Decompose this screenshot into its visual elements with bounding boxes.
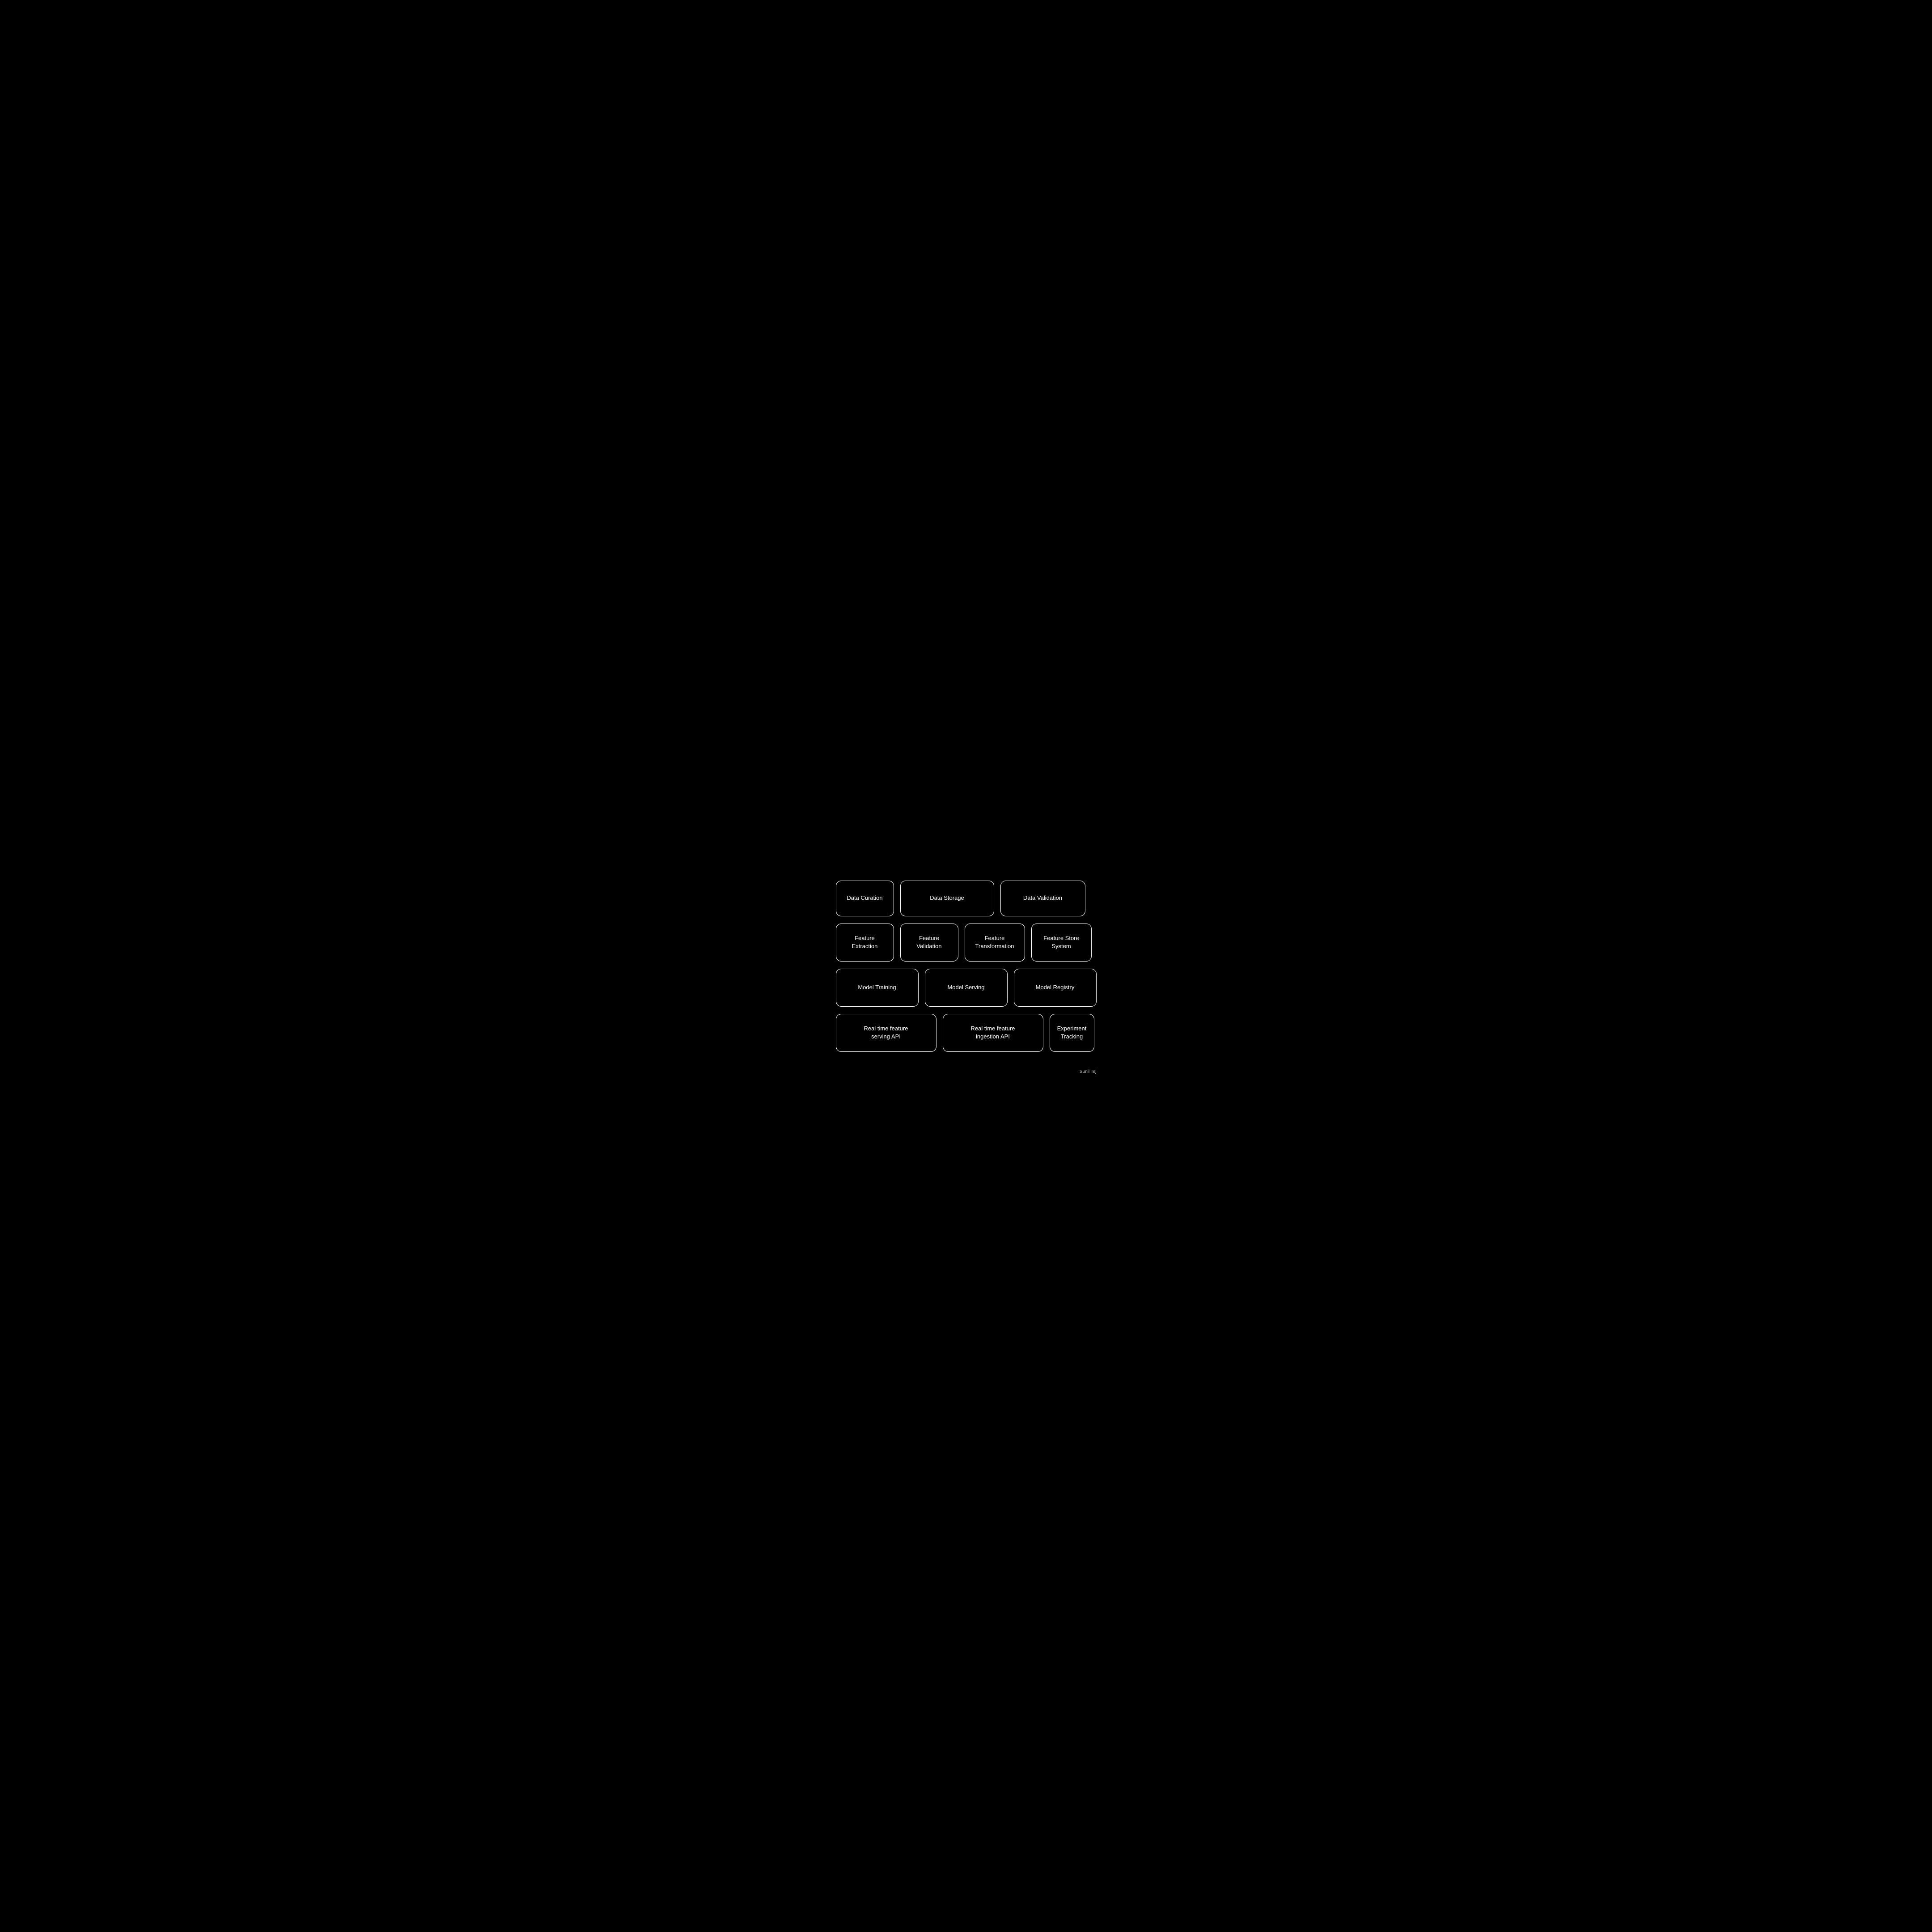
card-experiment-tracking-label: ExperimentTracking [1057,1025,1087,1041]
card-feature-extraction-label: FeatureExtraction [852,934,878,950]
watermark: Sunil Tej [1080,1069,1097,1074]
card-realtime-ingestion-label: Real time featureingestion API [971,1025,1015,1041]
row-3: Model Training Model Serving Model Regis… [836,969,1097,1007]
card-model-registry[interactable]: Model Registry [1014,969,1097,1007]
card-feature-transformation-label: FeatureTransformation [975,934,1014,950]
row-4: Real time featureserving API Real time f… [836,1014,1097,1052]
card-model-registry-label: Model Registry [1036,983,1075,991]
card-model-training-label: Model Training [858,983,896,991]
card-data-validation-label: Data Validation [1023,894,1062,902]
card-realtime-serving-label: Real time featureserving API [864,1025,908,1041]
card-feature-store-system-label: Feature StoreSystem [1043,934,1079,950]
card-data-storage-label: Data Storage [930,894,964,902]
card-realtime-ingestion[interactable]: Real time featureingestion API [943,1014,1043,1052]
card-data-curation-label: Data Curation [847,894,882,902]
card-feature-validation[interactable]: FeatureValidation [900,924,958,962]
card-model-serving[interactable]: Model Serving [925,969,1008,1007]
card-feature-extraction[interactable]: FeatureExtraction [836,924,894,962]
card-model-training[interactable]: Model Training [836,969,919,1007]
card-data-validation[interactable]: Data Validation [1000,881,1085,916]
card-data-storage[interactable]: Data Storage [900,881,994,916]
card-realtime-serving[interactable]: Real time featureserving API [836,1014,936,1052]
card-feature-transformation[interactable]: FeatureTransformation [965,924,1025,962]
diagram-container: Data Curation Data Storage Data Validati… [836,881,1097,1052]
card-model-serving-label: Model Serving [947,983,984,991]
card-feature-validation-label: FeatureValidation [916,934,941,950]
row-2: FeatureExtraction FeatureValidation Feat… [836,924,1097,962]
card-feature-store-system[interactable]: Feature StoreSystem [1031,924,1092,962]
card-data-curation[interactable]: Data Curation [836,881,894,916]
card-experiment-tracking[interactable]: ExperimentTracking [1050,1014,1094,1052]
row-1: Data Curation Data Storage Data Validati… [836,881,1097,916]
